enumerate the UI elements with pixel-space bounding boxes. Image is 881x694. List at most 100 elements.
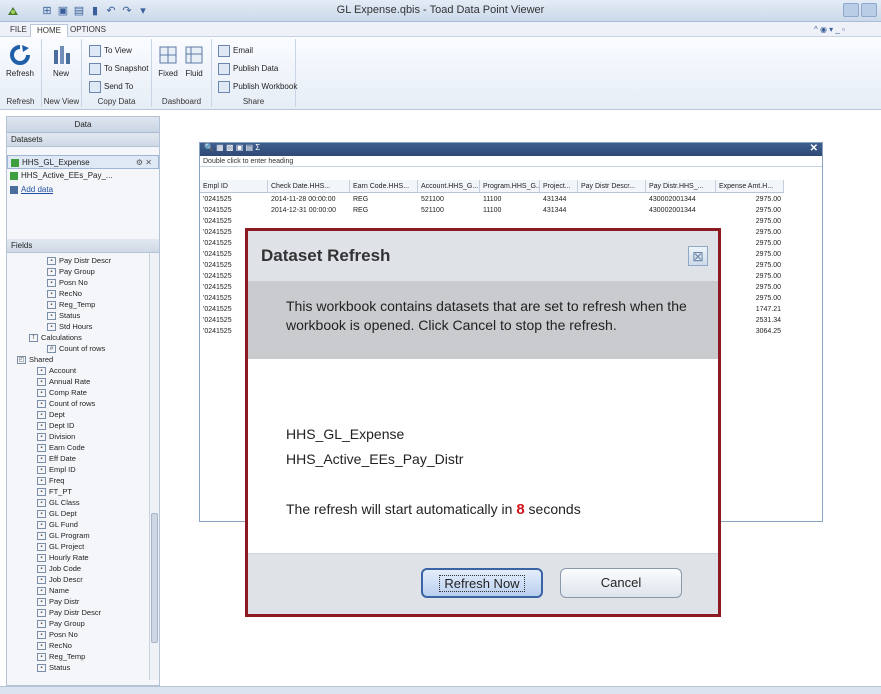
field-item-job-code[interactable]: ▪ Job Code: [37, 563, 81, 574]
table-cell[interactable]: 521100: [418, 205, 480, 216]
table-cell[interactable]: 2531.34: [716, 315, 784, 326]
column-header-pay-distr-hhs[interactable]: Pay Distr.HHS_...: [646, 180, 716, 192]
table-row[interactable]: '0241525 2014-11-28 00:00:00 REG 521100 1110…: [200, 194, 784, 205]
field-item-annual-rate[interactable]: ▪ Annual Rate: [37, 376, 90, 387]
field-item-reg-temp[interactable]: ▪ Reg_Temp: [47, 299, 95, 310]
field-item-pay-group[interactable]: ▪ Pay Group: [37, 618, 85, 629]
dataset-item-hhs-active-ees[interactable]: HHS_Active_EEs_Pay_...: [7, 169, 159, 183]
column-header-pay-distr-descr[interactable]: Pay Distr Descr...: [578, 180, 646, 192]
tab-home[interactable]: HOME: [30, 24, 68, 37]
table-cell[interactable]: 430002001344: [646, 194, 716, 205]
field-item-gl-dept[interactable]: ▪ GL Dept: [37, 508, 77, 519]
field-item-dept[interactable]: ▪ Dept: [37, 409, 65, 420]
refresh-button[interactable]: Refresh: [5, 43, 35, 78]
field-item-recno[interactable]: ▪ RecNo: [47, 288, 82, 299]
table-row[interactable]: '0241525 2975.00: [200, 216, 784, 227]
table-cell[interactable]: '0241525: [200, 205, 268, 216]
tab-options[interactable]: OPTIONS: [64, 24, 112, 37]
fields-scrollbar[interactable]: [149, 253, 159, 680]
table-row[interactable]: '0241525 2014-12-31 00:00:00 REG 521100 1110…: [200, 205, 784, 216]
new-view-button[interactable]: New: [46, 43, 76, 78]
field-item-dept-id[interactable]: ▪ Dept ID: [37, 420, 74, 431]
to-snapshot-button[interactable]: To Snapshot: [89, 61, 148, 76]
table-cell[interactable]: [578, 194, 646, 205]
restore-button[interactable]: [861, 3, 877, 17]
field-item-job-descr[interactable]: ▪ Job Descr: [37, 574, 83, 585]
field-item-division[interactable]: ▪ Division: [37, 431, 75, 442]
field-item-pay-distr-descr[interactable]: ▪ Pay Distr Descr: [37, 607, 101, 618]
table-cell[interactable]: 11100: [480, 194, 540, 205]
cancel-button[interactable]: Cancel: [560, 568, 682, 598]
table-cell[interactable]: 2975.00: [716, 249, 784, 260]
fields-scroll-thumb[interactable]: [151, 513, 158, 643]
field-item-pay-group[interactable]: ▪ Pay Group: [47, 266, 95, 277]
table-cell[interactable]: '0241525: [200, 194, 268, 205]
field-item-account[interactable]: ▪ Account: [37, 365, 76, 376]
column-header-account-hhs-g[interactable]: Account.HHS_G...: [418, 180, 480, 192]
column-header-program-hhs-g[interactable]: Program.HHS_G...: [480, 180, 540, 192]
table-cell[interactable]: 2975.00: [716, 216, 784, 227]
minimize-button[interactable]: [843, 3, 859, 17]
fixed-button[interactable]: Fixed: [156, 43, 180, 78]
column-header-earn-code-hhs[interactable]: Earn Code.HHS...: [350, 180, 418, 192]
table-cell[interactable]: [480, 216, 540, 227]
column-header-project[interactable]: Project...: [540, 180, 578, 192]
grid-heading-hint[interactable]: Double click to enter heading: [200, 156, 822, 167]
table-cell[interactable]: 2014-11-28 00:00:00: [268, 194, 350, 205]
table-cell[interactable]: [268, 216, 350, 227]
grid-toolbar-icons[interactable]: 🔍 ▦ ▩ ▣ ▤ Σ: [204, 143, 260, 152]
field-item-count-of-rows[interactable]: # Count of rows: [47, 343, 105, 354]
table-cell[interactable]: 430002001344: [646, 205, 716, 216]
send-to-button[interactable]: Send To: [89, 79, 133, 94]
field-item-hourly-rate[interactable]: ▪ Hourly Rate: [37, 552, 89, 563]
field-item-earn-code[interactable]: ▪ Earn Code: [37, 442, 85, 453]
field-item-count-of-rows[interactable]: ▪ Count of rows: [37, 398, 95, 409]
tree-node-shared[interactable]: ◰ Shared: [17, 354, 53, 365]
table-cell[interactable]: 2975.00: [716, 205, 784, 216]
table-cell[interactable]: 3064.25: [716, 326, 784, 337]
table-cell[interactable]: '0241525: [200, 216, 268, 227]
table-cell[interactable]: 2975.00: [716, 282, 784, 293]
table-cell[interactable]: 2975.00: [716, 260, 784, 271]
table-cell[interactable]: 11100: [480, 205, 540, 216]
table-cell[interactable]: 2975.00: [716, 293, 784, 304]
table-cell[interactable]: [350, 216, 418, 227]
field-item-recno[interactable]: ▪ RecNo: [37, 640, 72, 651]
field-item-pay-distr[interactable]: ▪ Pay Distr: [37, 596, 79, 607]
field-item-ft-pt[interactable]: ▪ FT_PT: [37, 486, 72, 497]
table-cell[interactable]: 431344: [540, 194, 578, 205]
field-item-status[interactable]: ▪ Status: [47, 310, 80, 321]
dataset-settings-close-icon[interactable]: ⚙ ✕: [136, 156, 152, 170]
field-item-reg-temp[interactable]: ▪ Reg_Temp: [37, 651, 85, 662]
table-cell[interactable]: 2975.00: [716, 271, 784, 282]
table-cell[interactable]: [418, 216, 480, 227]
table-cell[interactable]: 2975.00: [716, 194, 784, 205]
field-item-empl-id[interactable]: ▪ Empl ID: [37, 464, 76, 475]
field-item-gl-program[interactable]: ▪ GL Program: [37, 530, 90, 541]
add-data-link[interactable]: Add data: [7, 183, 159, 197]
tree-node-calculations[interactable]: f Calculations: [29, 332, 82, 343]
email-button[interactable]: Email: [218, 43, 253, 58]
dataset-item-hhs-gl-expense[interactable]: HHS_GL_Expense ⚙ ✕: [7, 155, 159, 169]
field-item-std-hours[interactable]: ▪ Std Hours: [47, 321, 92, 332]
fluid-button[interactable]: Fluid: [182, 43, 206, 78]
tab-file[interactable]: FILE: [4, 24, 33, 37]
table-cell[interactable]: 2975.00: [716, 227, 784, 238]
refresh-now-button[interactable]: Refresh Now: [421, 568, 543, 598]
publish-data-button[interactable]: Publish Data: [218, 61, 278, 76]
table-cell[interactable]: 2975.00: [716, 238, 784, 249]
column-header-check-date-hhs[interactable]: Check Date.HHS...: [268, 180, 350, 192]
table-cell[interactable]: 521100: [418, 194, 480, 205]
field-item-gl-class[interactable]: ▪ GL Class: [37, 497, 80, 508]
dialog-close-icon[interactable]: ⊠: [688, 246, 708, 266]
to-view-button[interactable]: To View: [89, 43, 132, 58]
table-cell[interactable]: [578, 216, 646, 227]
table-cell[interactable]: 431344: [540, 205, 578, 216]
table-cell[interactable]: [578, 205, 646, 216]
field-item-gl-project[interactable]: ▪ GL Project: [37, 541, 84, 552]
publish-workbook-button[interactable]: Publish Workbook: [218, 79, 297, 94]
field-item-freq[interactable]: ▪ Freq: [37, 475, 64, 486]
table-cell[interactable]: 2014-12-31 00:00:00: [268, 205, 350, 216]
table-cell[interactable]: [646, 216, 716, 227]
field-item-pay-distr-descr[interactable]: ▪ Pay Distr Descr: [47, 255, 111, 266]
